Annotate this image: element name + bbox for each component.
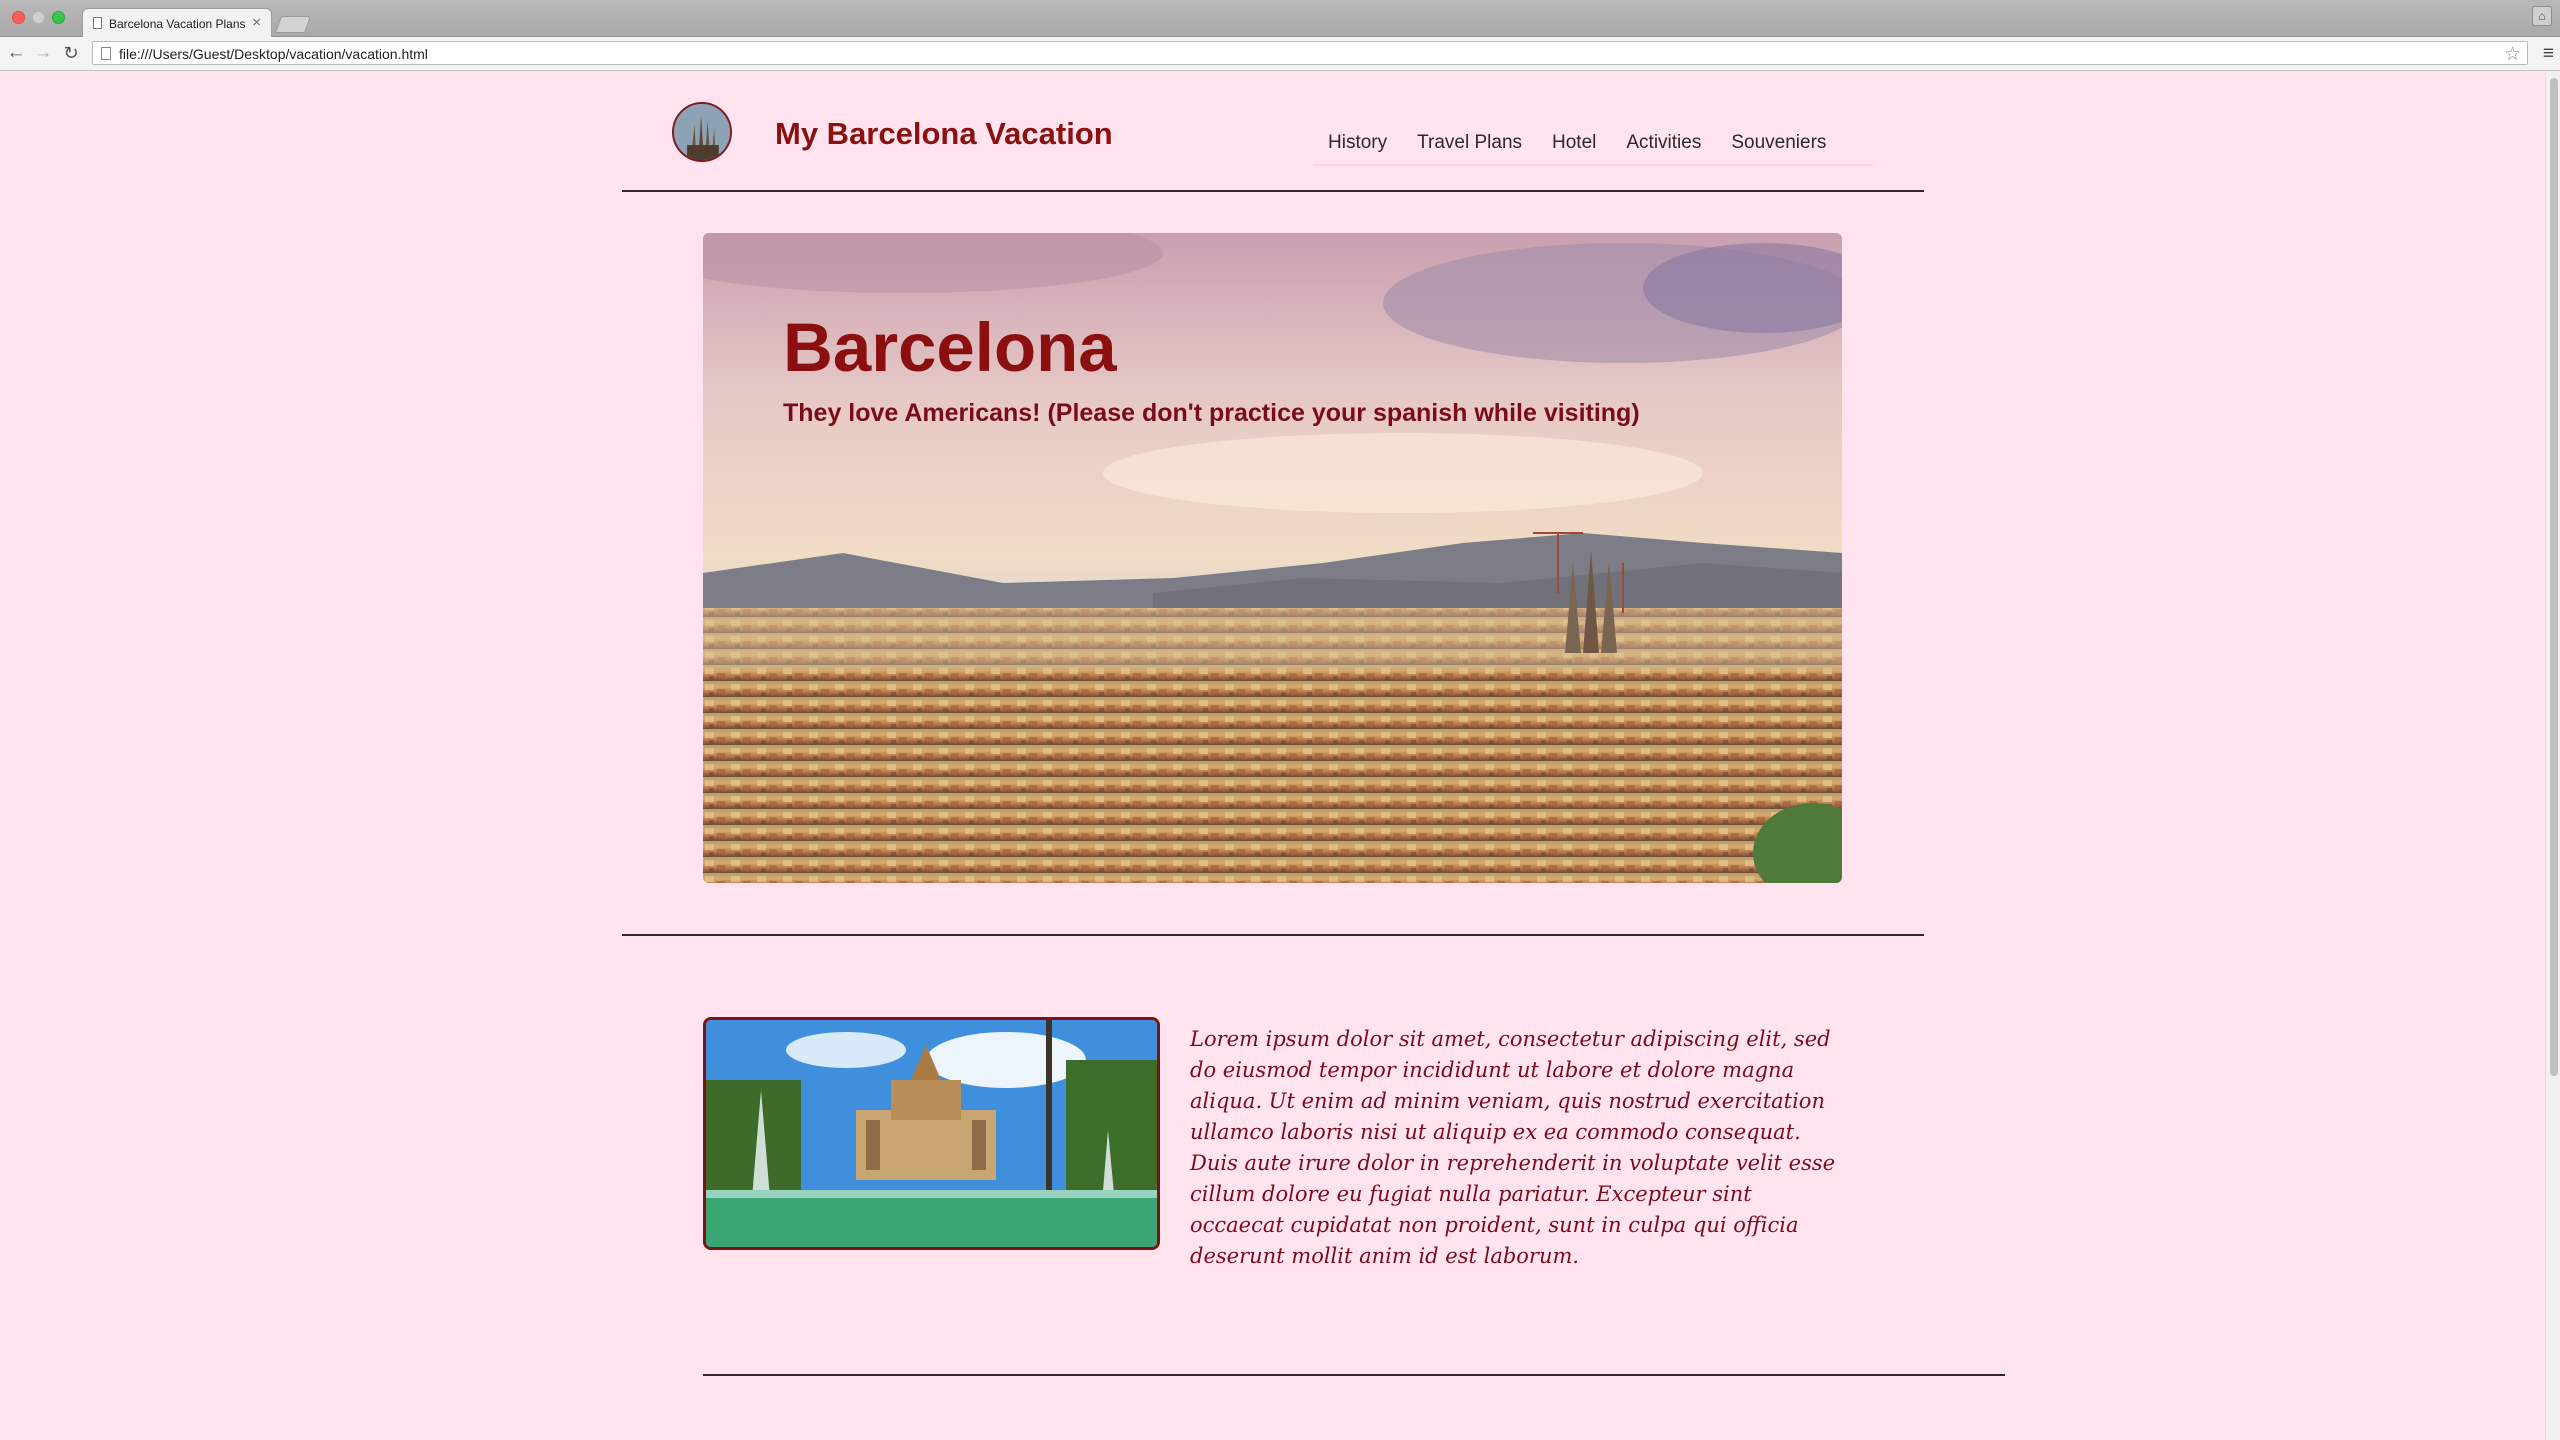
hamburger-menu-icon[interactable]: ≡: [2543, 43, 2554, 65]
browser-toolbar: ← → ↻ file:///Users/Guest/Desktop/vacati…: [0, 37, 2560, 71]
nav-souveniers[interactable]: Souveniers: [1716, 128, 1841, 164]
header-divider: [622, 190, 1924, 192]
footer-divider: [703, 1374, 2005, 1376]
page-viewport: My Barcelona Vacation History Travel Pla…: [0, 72, 2545, 1440]
nav-history[interactable]: History: [1313, 128, 1402, 164]
browser-tab[interactable]: Barcelona Vacation Plans ×: [82, 8, 272, 37]
new-tab-button[interactable]: [274, 16, 312, 33]
body-paragraph: Lorem ipsum dolor sit amet, consectetur …: [1190, 1027, 1836, 1268]
tab-close-icon[interactable]: ×: [252, 14, 261, 31]
hero-title: Barcelona: [783, 309, 1117, 386]
fountain-photo: [703, 1017, 1160, 1250]
reload-icon[interactable]: ↻: [60, 42, 82, 64]
profile-icon[interactable]: ⌂: [2532, 6, 2552, 26]
tab-title: Barcelona Vacation Plans: [109, 17, 246, 31]
forward-arrow-icon[interactable]: →: [32, 42, 54, 64]
bookmark-star-icon[interactable]: ☆: [2504, 43, 2521, 66]
url-text[interactable]: file:///Users/Guest/Desktop/vacation/vac…: [119, 46, 428, 62]
minimize-window-button[interactable]: [32, 11, 45, 24]
nav-activities[interactable]: Activities: [1611, 128, 1716, 164]
sagrada-familia-icon: [674, 104, 730, 160]
main-nav: History Travel Plans Hotel Activities So…: [1313, 128, 1873, 166]
back-arrow-icon[interactable]: ←: [5, 42, 27, 64]
hero-subtitle: They love Americans! (Please don't pract…: [783, 399, 1640, 427]
site-title[interactable]: My Barcelona Vacation: [775, 116, 1113, 152]
vertical-scrollbar[interactable]: [2545, 72, 2560, 1440]
document-icon: [93, 17, 102, 29]
section-divider: [622, 934, 1924, 936]
page-icon: [101, 47, 111, 60]
hero-banner: Barcelona They love Americans! (Please d…: [703, 233, 1842, 883]
scrollbar-thumb[interactable]: [2550, 78, 2558, 1076]
close-window-button[interactable]: [12, 11, 25, 24]
fountain-image: [706, 1020, 1157, 1247]
nav-hotel[interactable]: Hotel: [1537, 128, 1611, 164]
address-bar[interactable]: file:///Users/Guest/Desktop/vacation/vac…: [92, 41, 2528, 65]
nav-travel-plans[interactable]: Travel Plans: [1402, 128, 1537, 164]
maximize-window-button[interactable]: [52, 11, 65, 24]
site-logo[interactable]: [672, 102, 732, 162]
browser-tab-strip: Barcelona Vacation Plans × ⌂: [0, 0, 2560, 37]
